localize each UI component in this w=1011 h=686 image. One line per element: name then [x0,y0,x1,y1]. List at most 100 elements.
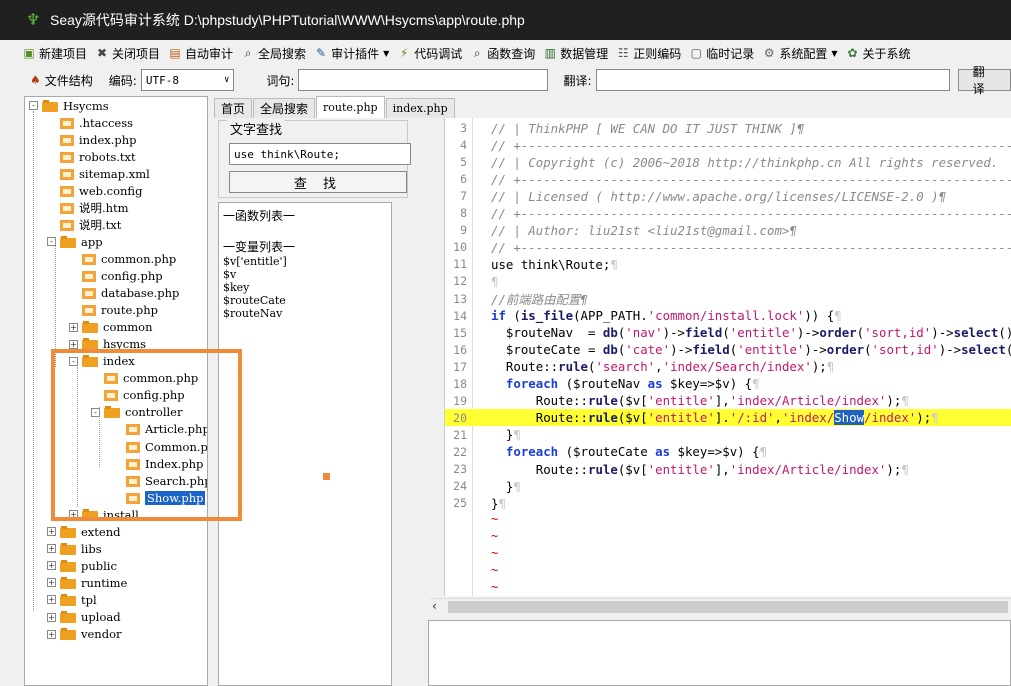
expand-icon[interactable]: + [47,527,56,537]
expand-icon[interactable]: + [47,544,56,554]
collapse-icon[interactable]: - [69,356,78,366]
code-line[interactable]: 4 // +-----------------------------------… [445,137,1011,154]
code-line[interactable]: 6 // +-----------------------------------… [445,171,1011,188]
code-line[interactable]: 20 Route::rule($v['entitle'].'/:id','ind… [445,409,1011,427]
tree-file[interactable]: common.php [91,370,198,387]
tab-[interactable]: 全局搜索 [253,98,316,118]
code-text: }¶ [491,478,521,494]
menu-item-close-project[interactable]: ✖ 关闭项目 [93,42,166,64]
menu-item-global-search[interactable]: ⌕ 全局搜索 [239,42,312,64]
tab-indexphp[interactable]: index.php [385,98,455,118]
tree-file[interactable]: web.config [47,182,142,199]
variable-item[interactable]: $routeCate [223,294,387,307]
tab-[interactable]: 首页 [214,98,253,118]
tab-routephp[interactable]: route.php [316,96,385,118]
expand-icon[interactable]: + [47,578,56,588]
translate-input[interactable] [595,69,950,91]
expand-icon[interactable]: + [69,322,78,332]
menu-item-notes[interactable]: ▢ 临时记录 [687,42,760,64]
code-line[interactable]: 19 Route::rule($v['entitle'],'index/Arti… [445,392,1011,409]
expand-icon[interactable]: + [47,561,56,571]
tree-folder[interactable]: + tpl [47,591,97,608]
tree-file[interactable]: config.php [69,268,163,285]
tree-folder[interactable]: - index [69,353,135,370]
tree-file[interactable]: Search.php [113,472,207,489]
code-line[interactable]: 11 use think\Route;¶ [445,256,1011,273]
translate-button[interactable]: 翻译 [957,65,1011,96]
variable-item[interactable]: $v [223,268,387,281]
collapse-icon[interactable]: - [29,101,38,110]
code-line[interactable]: 5 // | Copyright (c) 2006~2018 http://thi… [445,154,1011,171]
menu-item-plugin[interactable]: ✎ 审计插件 ▼ [312,42,395,64]
tree-folder[interactable]: - controller [91,404,182,421]
code-line[interactable]: 13 //前端路由配置¶ [445,290,1011,307]
code-line[interactable]: 17 Route::rule('search','index/Search/in… [445,358,1011,375]
code-line[interactable]: 18 foreach ($routeNav as $key=>$v) {¶ [445,375,1011,392]
code-line[interactable]: 14 if (is_file(APP_PATH.'common/install.l… [445,307,1011,324]
tree-folder[interactable]: - Hsycms [29,97,109,114]
code-line[interactable]: 21 }¶ [445,426,1011,443]
expand-icon[interactable]: + [69,339,78,349]
tree-folder[interactable]: + vendor [47,626,122,643]
horizontal-scrollbar[interactable]: ‹ [430,598,1011,614]
menu-item-regex[interactable]: ☷ 正则编码 [614,42,687,64]
tree-file[interactable]: sitemap.xml [47,165,150,182]
chevron-down-icon: ∨ [223,75,230,85]
expand-icon[interactable]: + [69,510,78,520]
tree-folder[interactable]: + install [69,506,139,523]
code-line[interactable]: 23 Route::rule($v['entitle'],'index/Arti… [445,461,1011,478]
tree-folder[interactable]: + libs [47,540,102,557]
code-line[interactable]: 25}¶ [445,495,1011,512]
menu-item-about[interactable]: ✿ 关于系统 [843,42,916,64]
tree-folder[interactable]: + upload [47,609,121,626]
tree-file[interactable]: robots.txt [47,148,136,165]
tree-folder[interactable]: + runtime [47,574,127,591]
tree-folder[interactable]: + public [47,557,117,574]
menu-item-function-search[interactable]: ⌕ 函数查询 [468,42,541,64]
scroll-left-icon[interactable]: ‹ [432,599,437,613]
menu-item-gear[interactable]: ⚙ 系统配置 ▼ [760,42,843,64]
tree-folder[interactable]: + extend [47,523,121,540]
tree-file[interactable]: 说明.txt [47,216,121,233]
code-line[interactable]: 10 // +----------------------------------… [445,239,1011,256]
search-input[interactable] [229,143,411,165]
word-input[interactable] [298,69,548,91]
code-line[interactable]: 12 ¶ [445,273,1011,290]
expand-icon[interactable]: + [47,629,56,639]
expand-icon[interactable]: + [47,595,56,605]
code-line[interactable]: 16 $routeCate = db('cate')->field('entit… [445,341,1011,358]
menu-item-data-manage[interactable]: ▥ 数据管理 [541,42,614,64]
menu-item-debug[interactable]: ⚡ 代码调试 [395,42,468,64]
variable-item[interactable]: $routeNav [223,307,387,320]
tree-folder[interactable]: + common [69,319,153,336]
tree-file[interactable]: Show.php [113,489,206,506]
menu-item-new-project[interactable]: ▣ 新建项目 [20,42,93,64]
expand-icon[interactable]: + [47,612,56,622]
tree-file[interactable]: route.php [69,302,158,319]
tree-file[interactable]: 说明.htm [47,199,129,216]
variable-item[interactable]: $v['entitle'] [223,255,387,268]
tree-file[interactable]: database.php [69,285,179,302]
code-line[interactable]: 7 // | Licensed ( http://www.apache.org/l… [445,188,1011,205]
tree-file[interactable]: index.php [47,131,137,148]
variable-item[interactable]: $key [223,281,387,294]
code-editor[interactable]: 3 // | ThinkPHP [ WE CAN DO IT JUST THINK… [444,118,1011,596]
tree-file[interactable]: Index.php [113,455,203,472]
code-line[interactable]: 15 $routeNav = db('nav')->field('entitle… [445,324,1011,341]
tree-file[interactable]: Common.php [113,438,207,455]
tree-file[interactable]: Article.php [113,421,207,438]
code-line[interactable]: 24 }¶ [445,478,1011,495]
tree-file[interactable]: common.php [69,250,176,267]
code-line[interactable]: 9 // | Author: liu21st <liu21st@gmail.com… [445,222,1011,239]
tree-folder[interactable]: + hsycms [69,336,146,353]
code-line[interactable]: 8 // +-----------------------------------… [445,205,1011,222]
tree-file[interactable]: config.php [91,387,185,404]
file-structure-label[interactable]: 文件结构 [45,72,93,89]
code-line[interactable]: 22 foreach ($routeCate as $key=>$v) {¶ [445,443,1011,460]
search-button[interactable]: 查 找 [229,171,407,193]
menu-item-auto-audit[interactable]: ▤ 自动审计 [166,42,239,64]
code-line[interactable]: 3 // | ThinkPHP [ WE CAN DO IT JUST THINK… [445,120,1011,137]
scroll-thumb[interactable] [448,601,1008,613]
tree-file[interactable]: .htaccess [47,114,133,131]
encoding-select[interactable]: UTF-8 ∨ [140,69,235,91]
